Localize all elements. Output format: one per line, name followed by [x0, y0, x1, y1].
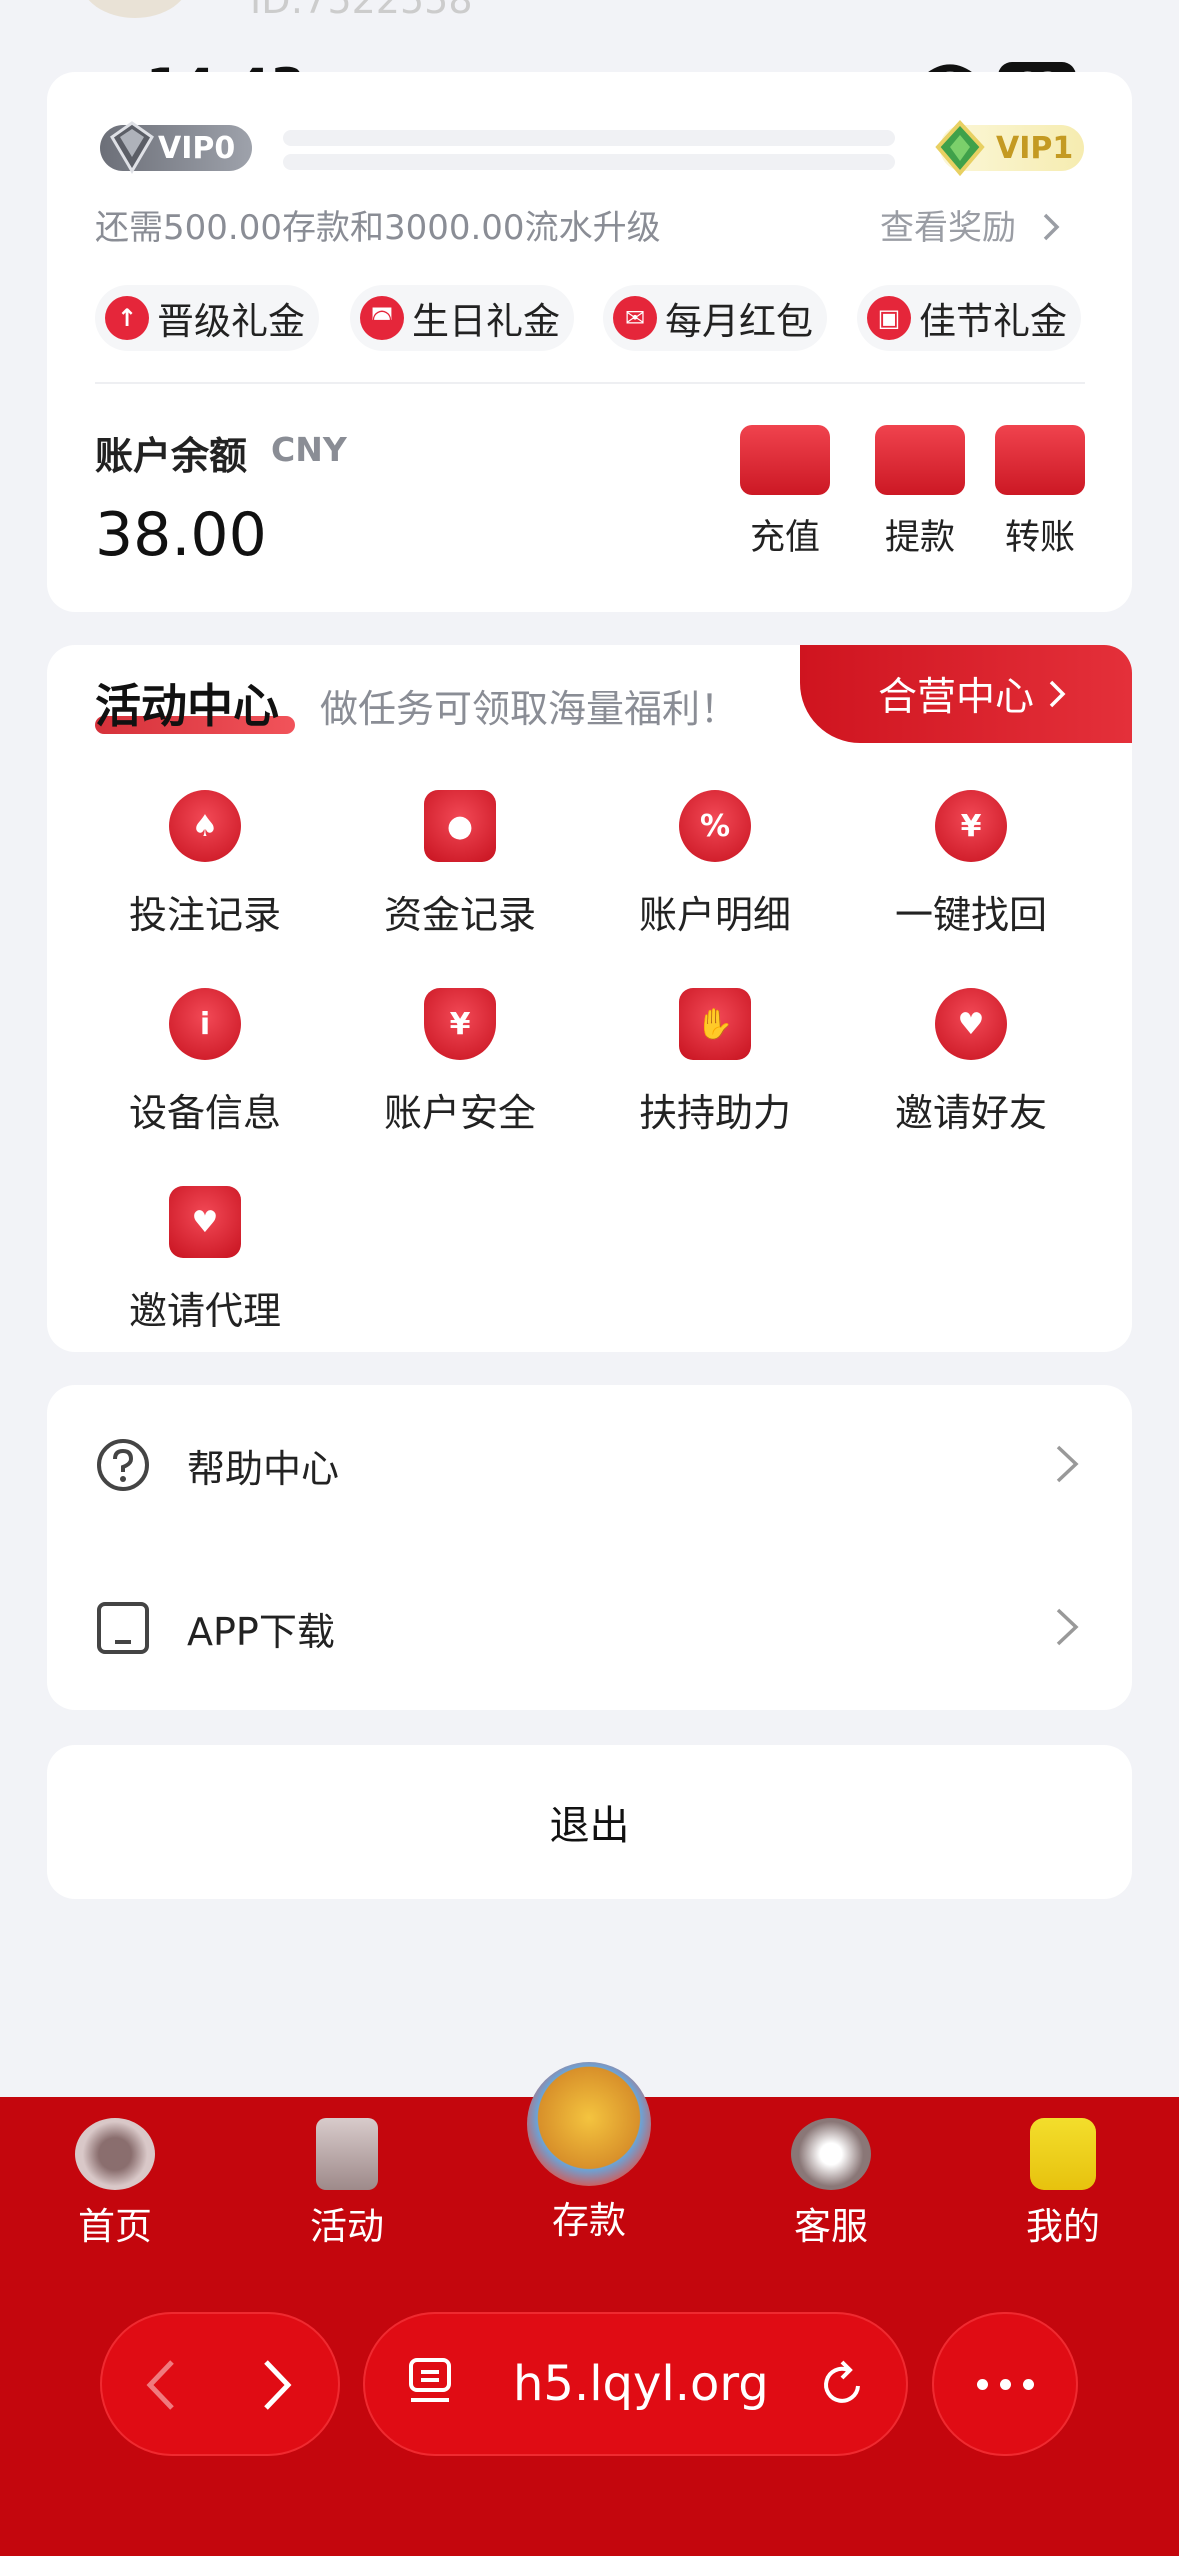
partner-center-button[interactable]: 合营中心 — [800, 645, 1132, 743]
benefit-birthday-bonus[interactable]: ◚ 生日礼金 — [350, 285, 574, 351]
grid-device-info[interactable]: i 设备信息 — [90, 988, 320, 1137]
url-text: h5.lqyl.org — [513, 2356, 769, 2412]
view-rewards-link[interactable]: 查看奖励 — [880, 200, 1061, 249]
tab-list-icon[interactable] — [407, 2356, 457, 2412]
chevron-right-icon — [1056, 1608, 1079, 1646]
user-id: ID:7522558 — [250, 0, 473, 22]
divider — [95, 382, 1085, 384]
benefit-promotion-bonus[interactable]: ↑ 晋级礼金 — [95, 285, 319, 351]
withdraw-button[interactable]: 提款 — [860, 425, 980, 560]
grid-one-click-recovery[interactable]: ¥ 一键找回 — [856, 790, 1086, 939]
vip-current-badge: VIP0 — [100, 121, 252, 174]
phone-download-icon — [97, 1602, 149, 1654]
transfer-yuan-icon — [995, 425, 1085, 495]
activity-center-title: 活动中心 — [95, 679, 279, 733]
vip-gem-icon — [110, 121, 154, 174]
benefit-holiday-bonus[interactable]: ▣ 佳节礼金 — [857, 285, 1081, 351]
chevron-right-icon — [1043, 213, 1060, 241]
help-center-row[interactable]: 帮助中心 — [47, 1385, 1132, 1545]
grid-invite-agent[interactable]: ♥ 邀请代理 — [90, 1186, 320, 1335]
vip-gem-icon — [935, 120, 985, 177]
gift-icon: ▣ — [867, 296, 911, 340]
money-bag-icon: ¥ — [935, 790, 1007, 862]
heart-envelope-icon: ♥ — [169, 1186, 241, 1258]
transfer-button[interactable]: 转账 — [980, 425, 1100, 560]
grid-bet-records[interactable]: ♠ 投注记录 — [90, 790, 320, 939]
nav-activity[interactable]: 活动 — [272, 2118, 422, 2250]
headset-ball-icon — [791, 2118, 871, 2190]
upgrade-requirement: 还需500.00存款和3000.00流水升级 — [95, 208, 661, 248]
jersey-icon — [1030, 2118, 1096, 2190]
nav-home[interactable]: 首页 — [40, 2118, 190, 2250]
app-download-row[interactable]: APP下载 — [47, 1548, 1132, 1708]
forward-arrow-icon[interactable] — [260, 2358, 296, 2412]
benefit-monthly-redpacket[interactable]: ✉ 每月红包 — [603, 285, 827, 351]
grid-account-security[interactable]: ¥ 账户安全 — [345, 988, 575, 1137]
red-packet-icon: ✉ — [613, 296, 657, 340]
nav-mine[interactable]: 我的 — [988, 2118, 1138, 2250]
avatar[interactable] — [80, 0, 190, 18]
upload-arrow-icon: ↑ — [105, 296, 149, 340]
poker-chip-icon: ♠ — [169, 790, 241, 862]
reload-icon[interactable] — [818, 2356, 868, 2412]
more-button[interactable] — [932, 2312, 1078, 2456]
address-bar[interactable]: h5.lqyl.org — [363, 2312, 908, 2456]
more-dots-icon — [976, 2378, 1034, 2390]
vip-progress-track — [283, 130, 895, 146]
card-icon — [740, 425, 830, 495]
gift-box-icon — [316, 2118, 378, 2190]
currency-label: CNY — [271, 430, 347, 469]
balance-amount: 38.00 — [95, 500, 267, 570]
back-arrow-icon[interactable] — [142, 2358, 178, 2412]
balance-label: 账户余额 — [95, 434, 248, 478]
world-cup-trophy-icon[interactable] — [527, 2062, 651, 2186]
handshake-icon: ✋ — [679, 988, 751, 1060]
nav-deposit[interactable]: 存款 — [514, 2190, 664, 2244]
question-circle-icon — [97, 1439, 149, 1491]
grid-account-details[interactable]: % 账户明细 — [600, 790, 830, 939]
shield-icon: ¥ — [424, 988, 496, 1060]
deposit-button[interactable]: 充值 — [725, 425, 845, 560]
grid-support-boost[interactable]: ✋ 扶持助力 — [600, 988, 830, 1137]
grid-fund-records[interactable]: ● 资金记录 — [345, 790, 575, 939]
vip-progress-track-lower — [283, 154, 895, 170]
info-gear-icon: i — [169, 988, 241, 1060]
vip-next-badge: VIP1 — [935, 120, 1084, 177]
calendar-icon: ● — [424, 790, 496, 862]
person-heart-icon: ♥ — [935, 988, 1007, 1060]
grid-invite-friends[interactable]: ♥ 邀请好友 — [856, 988, 1086, 1137]
chevron-right-icon — [1056, 1445, 1079, 1483]
browser-nav-group — [100, 2312, 340, 2456]
wallet-arrow-icon — [875, 425, 965, 495]
nav-customer-service[interactable]: 客服 — [756, 2118, 906, 2250]
activity-center-subtitle: 做任务可领取海量福利！ — [320, 687, 739, 731]
chevron-right-icon — [1049, 680, 1066, 708]
logout-button[interactable]: 退出 — [47, 1745, 1132, 1899]
stadium-icon — [75, 2118, 155, 2190]
cake-icon: ◚ — [360, 296, 404, 340]
percent-badge-icon: % — [679, 790, 751, 862]
